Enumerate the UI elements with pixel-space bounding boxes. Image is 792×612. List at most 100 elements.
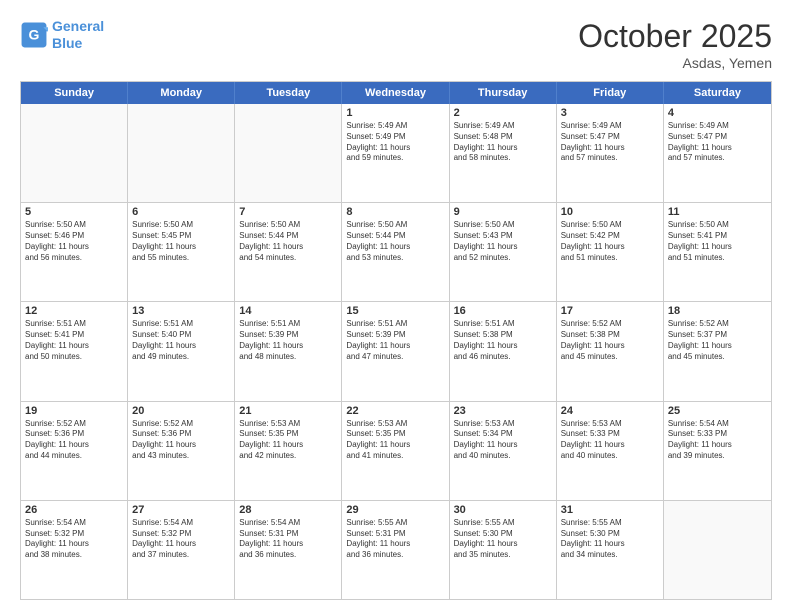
calendar-row-3: 19 Sunrise: 5:52 AM Sunset: 5:36 PM Dayli…	[21, 401, 771, 500]
cell-number: 24	[561, 405, 659, 417]
cell-number: 1	[346, 107, 444, 119]
calendar-cell-0-4: 2Sunrise: 5:49 AM Sunset: 5:48 PM Daylig…	[450, 104, 557, 202]
day-header-wednesday: Wednesday	[342, 82, 449, 104]
cell-info: Sunrise: 5:49 AM Sunset: 5:49 PM Dayligh…	[346, 121, 444, 164]
calendar-cell-2-3: 15Sunrise: 5:51 AM Sunset: 5:39 PM Dayli…	[342, 302, 449, 400]
calendar-cell-4-2: 28Sunrise: 5:54 AM Sunset: 5:31 PM Dayli…	[235, 501, 342, 599]
calendar: SundayMondayTuesdayWednesdayThursdayFrid…	[20, 81, 772, 600]
calendar-cell-3-0: 19 Sunrise: 5:52 AM Sunset: 5:36 PM Dayli…	[21, 402, 128, 500]
day-header-sunday: Sunday	[21, 82, 128, 104]
cell-number: 3	[561, 107, 659, 119]
cell-info: Sunrise: 5:50 AM Sunset: 5:41 PM Dayligh…	[668, 220, 767, 263]
cell-number: 16	[454, 305, 552, 317]
cell-number: 5	[25, 206, 123, 218]
calendar-cell-1-3: 8 Sunrise: 5:50 AM Sunset: 5:44 PM Daylig…	[342, 203, 449, 301]
cell-info: Sunrise: 5:52 AM Sunset: 5:36 PM Dayligh…	[132, 419, 230, 462]
logo: G General Blue	[20, 18, 104, 52]
cell-info: Sunrise: 5:50 AM Sunset: 5:44 PM Dayligh…	[346, 220, 444, 263]
calendar-body: 1 Sunrise: 5:49 AM Sunset: 5:49 PM Daylig…	[21, 104, 771, 599]
calendar-cell-3-3: 22Sunrise: 5:53 AM Sunset: 5:35 PM Dayli…	[342, 402, 449, 500]
logo-line2: Blue	[52, 35, 82, 51]
cell-number: 9	[454, 206, 552, 218]
cell-info: Sunrise: 5:55 AM Sunset: 5:30 PM Dayligh…	[561, 518, 659, 561]
cell-info: Sunrise: 5:53 AM Sunset: 5:33 PM Dayligh…	[561, 419, 659, 462]
cell-info: Sunrise: 5:52 AM Sunset: 5:36 PM Dayligh…	[25, 419, 123, 462]
logo-icon: G	[20, 21, 48, 49]
cell-number: 23	[454, 405, 552, 417]
cell-info: Sunrise: 5:49 AM Sunset: 5:47 PM Dayligh…	[561, 121, 659, 164]
calendar-cell-4-4: 30 Sunrise: 5:55 AM Sunset: 5:30 PM Dayli…	[450, 501, 557, 599]
calendar-cell-4-0: 26Sunrise: 5:54 AM Sunset: 5:32 PM Dayli…	[21, 501, 128, 599]
cell-number: 13	[132, 305, 230, 317]
calendar-cell-4-5: 31 Sunrise: 5:55 AM Sunset: 5:30 PM Dayli…	[557, 501, 664, 599]
calendar-cell-1-5: 10 Sunrise: 5:50 AM Sunset: 5:42 PM Dayli…	[557, 203, 664, 301]
cell-number: 20	[132, 405, 230, 417]
cell-info: Sunrise: 5:53 AM Sunset: 5:35 PM Dayligh…	[346, 419, 444, 462]
cell-number: 30	[454, 504, 552, 516]
cell-info: Sunrise: 5:54 AM Sunset: 5:31 PM Dayligh…	[239, 518, 337, 561]
day-header-saturday: Saturday	[664, 82, 771, 104]
day-header-tuesday: Tuesday	[235, 82, 342, 104]
page: G General Blue October 2025 Asdas, Yemen…	[0, 0, 792, 612]
cell-number: 31	[561, 504, 659, 516]
calendar-row-2: 12Sunrise: 5:51 AM Sunset: 5:41 PM Dayli…	[21, 301, 771, 400]
cell-number: 6	[132, 206, 230, 218]
cell-info: Sunrise: 5:54 AM Sunset: 5:32 PM Dayligh…	[132, 518, 230, 561]
calendar-cell-3-5: 24 Sunrise: 5:53 AM Sunset: 5:33 PM Dayli…	[557, 402, 664, 500]
calendar-cell-1-0: 5 Sunrise: 5:50 AM Sunset: 5:46 PM Daylig…	[21, 203, 128, 301]
cell-number: 25	[668, 405, 767, 417]
calendar-cell-1-6: 11 Sunrise: 5:50 AM Sunset: 5:41 PM Dayli…	[664, 203, 771, 301]
month-title: October 2025	[578, 18, 772, 55]
calendar-cell-1-4: 9 Sunrise: 5:50 AM Sunset: 5:43 PM Daylig…	[450, 203, 557, 301]
svg-text:G: G	[29, 26, 40, 42]
cell-info: Sunrise: 5:53 AM Sunset: 5:35 PM Dayligh…	[239, 419, 337, 462]
calendar-cell-2-0: 12Sunrise: 5:51 AM Sunset: 5:41 PM Dayli…	[21, 302, 128, 400]
cell-number: 17	[561, 305, 659, 317]
cell-number: 15	[346, 305, 444, 317]
cell-info: Sunrise: 5:50 AM Sunset: 5:44 PM Dayligh…	[239, 220, 337, 263]
cell-number: 4	[668, 107, 767, 119]
cell-number: 10	[561, 206, 659, 218]
cell-info: Sunrise: 5:55 AM Sunset: 5:30 PM Dayligh…	[454, 518, 552, 561]
calendar-cell-4-6	[664, 501, 771, 599]
cell-number: 11	[668, 206, 767, 218]
calendar-cell-0-2	[235, 104, 342, 202]
cell-info: Sunrise: 5:52 AM Sunset: 5:38 PM Dayligh…	[561, 319, 659, 362]
cell-info: Sunrise: 5:54 AM Sunset: 5:33 PM Dayligh…	[668, 419, 767, 462]
cell-info: Sunrise: 5:53 AM Sunset: 5:34 PM Dayligh…	[454, 419, 552, 462]
day-header-friday: Friday	[557, 82, 664, 104]
cell-number: 2	[454, 107, 552, 119]
calendar-row-0: 1 Sunrise: 5:49 AM Sunset: 5:49 PM Daylig…	[21, 104, 771, 202]
cell-number: 12	[25, 305, 123, 317]
cell-info: Sunrise: 5:50 AM Sunset: 5:43 PM Dayligh…	[454, 220, 552, 263]
cell-number: 29	[346, 504, 444, 516]
title-block: October 2025 Asdas, Yemen	[578, 18, 772, 71]
calendar-cell-0-0	[21, 104, 128, 202]
calendar-header: SundayMondayTuesdayWednesdayThursdayFrid…	[21, 82, 771, 104]
cell-number: 18	[668, 305, 767, 317]
cell-info: Sunrise: 5:50 AM Sunset: 5:46 PM Dayligh…	[25, 220, 123, 263]
calendar-cell-2-1: 13 Sunrise: 5:51 AM Sunset: 5:40 PM Dayli…	[128, 302, 235, 400]
calendar-cell-3-4: 23 Sunrise: 5:53 AM Sunset: 5:34 PM Dayli…	[450, 402, 557, 500]
calendar-cell-4-1: 27 Sunrise: 5:54 AM Sunset: 5:32 PM Dayli…	[128, 501, 235, 599]
cell-info: Sunrise: 5:52 AM Sunset: 5:37 PM Dayligh…	[668, 319, 767, 362]
subtitle: Asdas, Yemen	[578, 55, 772, 71]
cell-info: Sunrise: 5:49 AM Sunset: 5:47 PM Dayligh…	[668, 121, 767, 164]
day-header-monday: Monday	[128, 82, 235, 104]
calendar-cell-2-6: 18 Sunrise: 5:52 AM Sunset: 5:37 PM Dayli…	[664, 302, 771, 400]
day-header-thursday: Thursday	[450, 82, 557, 104]
cell-info: Sunrise: 5:51 AM Sunset: 5:40 PM Dayligh…	[132, 319, 230, 362]
calendar-cell-0-6: 4 Sunrise: 5:49 AM Sunset: 5:47 PM Daylig…	[664, 104, 771, 202]
calendar-cell-3-2: 21Sunrise: 5:53 AM Sunset: 5:35 PM Dayli…	[235, 402, 342, 500]
logo-line1: General	[52, 18, 104, 34]
calendar-cell-1-1: 6Sunrise: 5:50 AM Sunset: 5:45 PM Daylig…	[128, 203, 235, 301]
calendar-cell-2-4: 16 Sunrise: 5:51 AM Sunset: 5:38 PM Dayli…	[450, 302, 557, 400]
calendar-cell-0-3: 1 Sunrise: 5:49 AM Sunset: 5:49 PM Daylig…	[342, 104, 449, 202]
cell-number: 8	[346, 206, 444, 218]
calendar-cell-2-5: 17 Sunrise: 5:52 AM Sunset: 5:38 PM Dayli…	[557, 302, 664, 400]
cell-info: Sunrise: 5:50 AM Sunset: 5:42 PM Dayligh…	[561, 220, 659, 263]
cell-number: 19	[25, 405, 123, 417]
cell-number: 27	[132, 504, 230, 516]
cell-info: Sunrise: 5:51 AM Sunset: 5:38 PM Dayligh…	[454, 319, 552, 362]
calendar-cell-0-1	[128, 104, 235, 202]
